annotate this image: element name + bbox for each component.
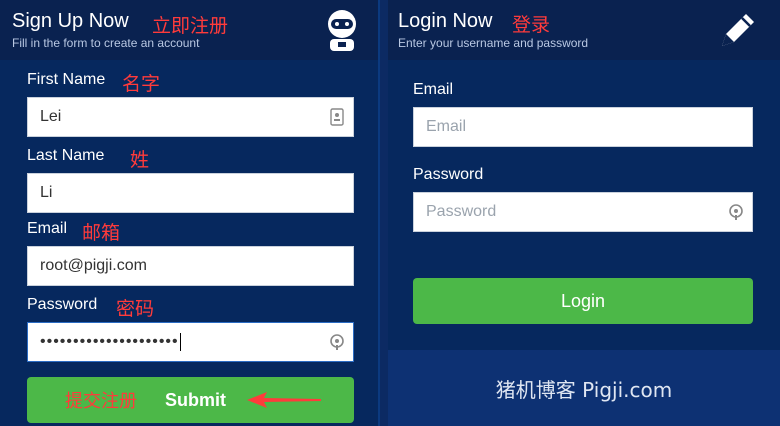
last-name-value: Li: [40, 184, 53, 201]
first-name-label: First Name: [27, 71, 106, 88]
key-icon[interactable]: [329, 333, 345, 351]
login-email-label: Email: [413, 81, 454, 98]
login-subtitle: Enter your username and password: [398, 36, 589, 50]
password-label: Password: [27, 296, 98, 313]
signup-title: Sign Up Now: [12, 10, 129, 32]
last-name-annotation: 姓: [130, 149, 150, 171]
contact-card-icon: [330, 108, 344, 126]
footer-watermark: 猪机博客 Pigji.com: [388, 350, 780, 426]
last-name-label: Last Name: [27, 147, 105, 164]
first-name-value: Lei: [40, 108, 62, 125]
login-email-placeholder: Email: [426, 118, 467, 135]
submit-button[interactable]: 提交注册 Submit: [27, 377, 354, 423]
login-password-label: Password: [413, 166, 484, 183]
arrow-left-icon: [247, 392, 321, 408]
email-field[interactable]: root@pigji.com: [27, 246, 354, 286]
footer-text: 猪机博客 Pigji.com: [495, 377, 673, 402]
password-annotation: 密码: [116, 298, 155, 320]
email-annotation: 邮箱: [82, 222, 121, 244]
password-field[interactable]: •••••••••••••••••••••: [27, 322, 354, 362]
email-label: Email: [27, 220, 68, 237]
submit-annotation: 提交注册: [65, 391, 137, 412]
login-panel: Login Now 登录 Enter your username and pas…: [388, 0, 780, 350]
signup-subtitle: Fill in the form to create an account: [12, 36, 200, 50]
submit-label: Submit: [165, 389, 226, 410]
text-cursor: [179, 332, 181, 351]
login-title-annotation: 登录: [512, 14, 551, 36]
login-button[interactable]: Login: [413, 278, 753, 324]
robot-avatar-icon: [328, 10, 356, 51]
pencil-icon: [722, 14, 754, 46]
signup-title-annotation: 立即注册: [152, 15, 229, 37]
email-value: root@pigji.com: [40, 257, 147, 274]
login-button-label: Login: [560, 290, 606, 311]
password-value: •••••••••••••••••••••: [40, 333, 179, 351]
first-name-annotation: 名字: [122, 73, 161, 95]
login-email-input[interactable]: Email: [413, 107, 753, 147]
key-icon[interactable]: [728, 203, 744, 221]
login-password-input[interactable]: Password: [413, 192, 753, 232]
signup-panel: Sign Up Now 立即注册 Fill in the form to cre…: [0, 0, 380, 426]
login-password-placeholder: Password: [426, 203, 497, 220]
login-title: Login Now: [398, 10, 493, 32]
last-name-field[interactable]: Li: [27, 173, 354, 213]
first-name-field[interactable]: Lei: [27, 97, 354, 137]
